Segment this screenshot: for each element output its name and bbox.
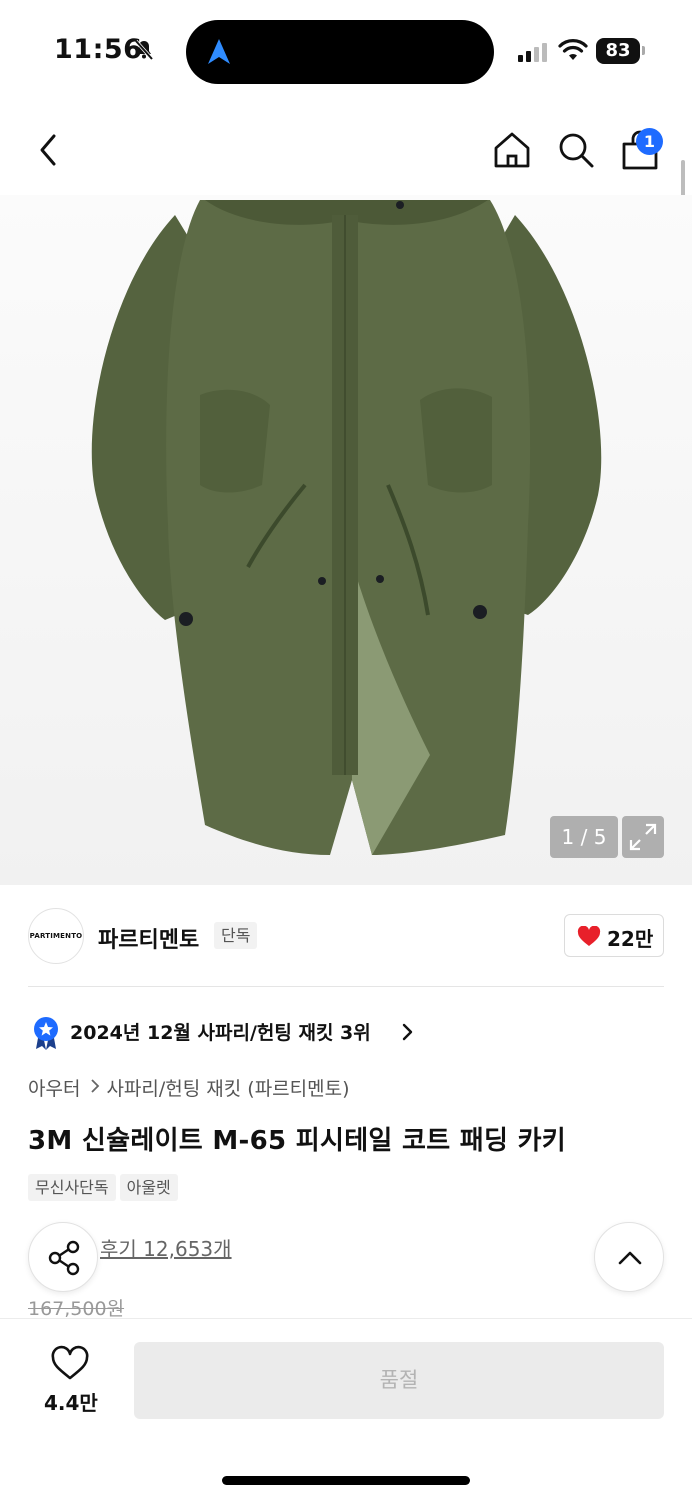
wifi-icon [558,38,588,66]
divider [28,986,664,987]
battery-indicator: 83 [596,38,640,64]
top-navigation [0,110,692,190]
status-time: 11:56 [54,34,143,65]
navigation-arrow-icon [206,38,232,70]
expand-image-button[interactable] [622,816,664,858]
back-button[interactable] [32,130,68,170]
wishlist-count: 4.4만 [44,1391,98,1415]
home-icon [494,132,530,168]
brand-like-button[interactable]: 22만 [564,914,664,957]
share-button[interactable] [28,1222,98,1292]
chevron-right-icon [90,1077,100,1099]
status-bar: 11:56 83 [0,0,692,100]
original-price: 167,500원 [28,1298,125,1320]
expand-icon [629,823,657,851]
ranking-link[interactable]: 2024년 12월 사파리/헌팅 재킷 3위 [70,1018,371,1045]
reviews-link[interactable]: 후기 12,653개 [100,1233,232,1262]
search-button[interactable] [554,128,598,172]
scroll-to-top-button[interactable] [594,1222,664,1292]
ranking-badge-icon [32,1016,60,1054]
coat-illustration [91,200,602,855]
image-counter: 1 / 5 [550,816,618,858]
breadcrumb: 아우터 사파리/헌팅 재킷 (파르티멘토) [28,1074,350,1101]
breadcrumb-subcategory[interactable]: 사파리/헌팅 재킷 (파르티멘토) [106,1074,349,1101]
soldout-button[interactable]: 품절 [134,1342,664,1419]
chevron-left-icon [40,134,56,166]
battery-tip [642,46,645,55]
heart-filled-icon [577,925,601,951]
cellular-signal-icon [518,42,550,66]
search-icon [559,133,594,168]
cart-count-badge: 1 [636,128,663,155]
chevron-right-icon [400,1022,414,1046]
heart-outline-icon [51,1345,89,1380]
brand-name[interactable]: 파르티멘토 [98,922,199,954]
brand-like-count: 22만 [607,927,654,951]
exclusive-tag: 단독 [214,922,258,949]
brand-logo[interactable]: PARTIMENTO [28,908,84,964]
product-tag: 아울렛 [119,1174,178,1201]
share-icon [48,1240,80,1276]
dynamic-island [186,20,494,84]
bell-off-icon [132,38,156,66]
product-tag: 무신사단독 [28,1174,116,1201]
chevron-up-icon [618,1251,642,1265]
home-indicator [222,1476,470,1485]
product-title: 3M 신슐레이트 M-65 피시테일 코트 패딩 카키 [28,1126,567,1156]
home-button[interactable] [490,128,534,172]
product-tags: 무신사단독 아울렛 [28,1174,182,1201]
breadcrumb-category[interactable]: 아우터 [28,1074,80,1101]
product-image[interactable] [0,195,692,885]
